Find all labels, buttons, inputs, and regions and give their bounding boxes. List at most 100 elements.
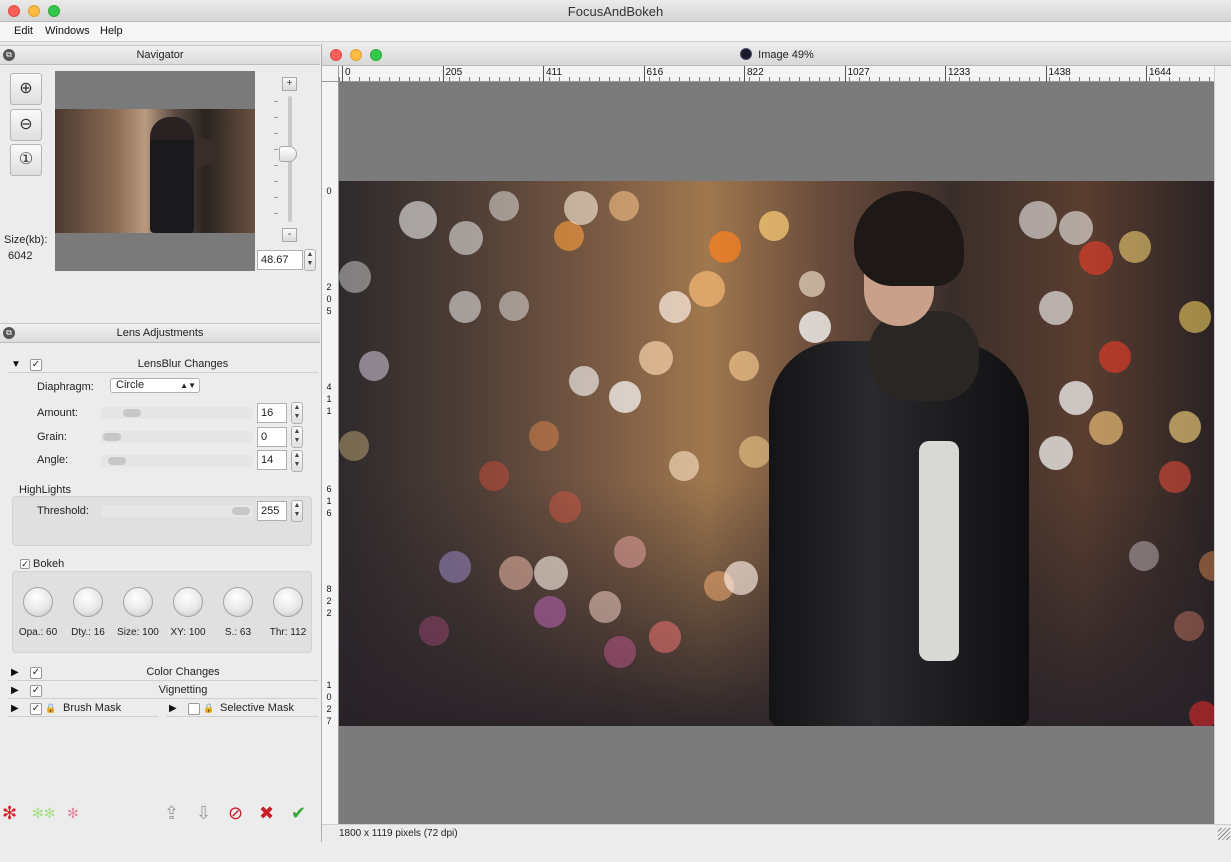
- bokeh-green-icon[interactable]: ✻✻: [32, 802, 55, 824]
- zoom-value-field[interactable]: 48.67: [257, 250, 303, 270]
- ruler-h-label: 616: [646, 67, 664, 78]
- menu-help[interactable]: Help: [100, 25, 123, 37]
- import-icon[interactable]: ⇩: [196, 802, 211, 824]
- angle-field[interactable]: 14: [257, 450, 287, 470]
- bokeh-circle: [569, 366, 599, 396]
- bokeh-circle: [479, 461, 509, 491]
- selective-mask-checkbox[interactable]: [188, 703, 200, 715]
- disclosure-open-icon[interactable]: ▼: [11, 359, 23, 371]
- amount-slider[interactable]: [101, 407, 253, 419]
- vignetting-checkbox[interactable]: ✓: [30, 685, 42, 697]
- threshold-stepper[interactable]: ▲ ▼: [291, 500, 303, 522]
- bokeh-circle: [639, 341, 673, 375]
- grain-stepper[interactable]: ▲ ▼: [291, 426, 303, 448]
- amount-stepper[interactable]: ▲ ▼: [291, 402, 303, 424]
- selective-mask-section[interactable]: ▶ 🔒 Selective Mask: [166, 701, 318, 717]
- angle-slider-thumb[interactable]: [108, 457, 126, 465]
- color-changes-checkbox[interactable]: ✓: [30, 667, 42, 679]
- color-changes-section[interactable]: ▶ ✓ Color Changes: [8, 665, 318, 681]
- disclosure-closed-icon[interactable]: ▶: [11, 667, 23, 679]
- zoom-actual-button[interactable]: ①: [10, 144, 42, 176]
- zoom-decrease-button[interactable]: -: [282, 228, 297, 242]
- angle-label: Angle:: [37, 454, 69, 466]
- angle-slider[interactable]: [101, 455, 253, 467]
- brush-mask-checkbox[interactable]: ✓: [30, 703, 42, 715]
- bokeh-circle: [339, 261, 371, 293]
- lensblur-checkbox[interactable]: ✓: [30, 359, 42, 371]
- navigator-panel: ⊕ ⊖ ① Size(kb): 6042 + - 48.67 ▲ ▼: [0, 66, 320, 276]
- threshold-field[interactable]: 255: [257, 501, 287, 521]
- opacity-knob-label: Opa.: 60: [18, 627, 58, 638]
- bokeh-circle: [739, 436, 771, 468]
- bokeh-pink-icon[interactable]: ✻: [67, 802, 79, 824]
- zoom-slider-thumb[interactable]: [279, 146, 297, 162]
- zoom-out-button[interactable]: ⊖: [10, 109, 42, 141]
- vertical-scrollbar[interactable]: [1214, 66, 1231, 824]
- grain-field[interactable]: 0: [257, 427, 287, 447]
- bokeh-red-icon[interactable]: ✻: [2, 802, 17, 824]
- vignetting-label: Vignetting: [158, 684, 208, 696]
- menu-edit[interactable]: Edit: [14, 25, 33, 37]
- disclosure-closed-icon[interactable]: ▶: [11, 703, 23, 715]
- s-knob[interactable]: [223, 587, 253, 617]
- zoom-in-button[interactable]: ⊕: [10, 73, 42, 105]
- bokeh-circle: [534, 556, 568, 590]
- zoom-increase-button[interactable]: +: [282, 77, 297, 91]
- vignetting-section[interactable]: ▶ ✓ Vignetting: [8, 683, 318, 699]
- grain-slider-thumb[interactable]: [103, 433, 121, 441]
- angle-stepper[interactable]: ▲ ▼: [291, 450, 303, 472]
- amount-slider-thumb[interactable]: [123, 409, 141, 417]
- panel-restore-icon[interactable]: ⧉: [3, 49, 15, 61]
- lensblur-section[interactable]: ▼ ✓ LensBlur Changes: [8, 357, 318, 373]
- menu-windows[interactable]: Windows: [45, 25, 90, 37]
- export-icon[interactable]: ⇪: [164, 802, 179, 824]
- panel-restore-icon[interactable]: ⧉: [3, 327, 15, 339]
- ruler-v-label: 7: [326, 716, 332, 726]
- bokeh-circle: [1169, 411, 1201, 443]
- ruler-v-label: 0: [326, 186, 332, 196]
- threshold-knob[interactable]: [273, 587, 303, 617]
- ruler-v-label: 6: [326, 484, 332, 494]
- xy-knob[interactable]: [173, 587, 203, 617]
- bokeh-circle: [609, 381, 641, 413]
- document-icon: [740, 48, 753, 60]
- zoom-stepper[interactable]: ▲ ▼: [304, 249, 316, 271]
- bottom-toolbar: ✻ ✻✻ ✻ ⇪ ⇩ ⊘ ✖ ✔: [0, 800, 320, 828]
- image-title-text: Image 49%: [758, 49, 814, 61]
- diaphragm-select[interactable]: Circle ▲▼: [110, 378, 200, 393]
- threshold-slider-thumb[interactable]: [232, 507, 250, 515]
- threshold-label: Threshold:: [37, 505, 89, 517]
- xy-knob-label: XY: 100: [170, 627, 206, 638]
- navigator-thumbnail[interactable]: [55, 71, 255, 271]
- zoom-actual-icon: ①: [18, 151, 34, 168]
- disclosure-closed-icon[interactable]: ▶: [11, 685, 23, 697]
- lock-icon: 🔒: [45, 703, 57, 713]
- bokeh-circle: [659, 291, 691, 323]
- image-canvas[interactable]: [339, 181, 1215, 726]
- apply-icon[interactable]: ✔: [291, 802, 306, 824]
- reset-icon[interactable]: ⊘: [228, 802, 243, 824]
- s-knob-label: S.: 63: [224, 627, 252, 638]
- brush-mask-section[interactable]: ▶ ✓ 🔒 Brush Mask: [8, 701, 158, 717]
- grain-slider[interactable]: [101, 431, 253, 443]
- app-title: FocusAndBokeh: [567, 4, 664, 19]
- amount-field[interactable]: 16: [257, 403, 287, 423]
- bokeh-circle: [649, 621, 681, 653]
- size-value: 6042: [8, 250, 33, 262]
- size-knob[interactable]: [123, 587, 153, 617]
- amount-label: Amount:: [37, 407, 78, 419]
- ruler-v-label: 8: [326, 584, 332, 594]
- bokeh-circle: [729, 351, 759, 381]
- opacity-knob[interactable]: [23, 587, 53, 617]
- threshold-slider[interactable]: [101, 505, 253, 517]
- bokeh-checkbox[interactable]: ✓: [20, 559, 30, 569]
- resize-grip-icon[interactable]: [1218, 828, 1230, 840]
- density-knob[interactable]: [73, 587, 103, 617]
- bokeh-circle: [489, 191, 519, 221]
- bokeh-circle: [499, 556, 533, 590]
- disclosure-closed-icon[interactable]: ▶: [169, 703, 181, 715]
- ruler-v-label: 0: [326, 692, 332, 702]
- diaphragm-value: Circle: [116, 379, 145, 391]
- bokeh-circle: [439, 551, 471, 583]
- cancel-icon[interactable]: ✖: [259, 802, 274, 824]
